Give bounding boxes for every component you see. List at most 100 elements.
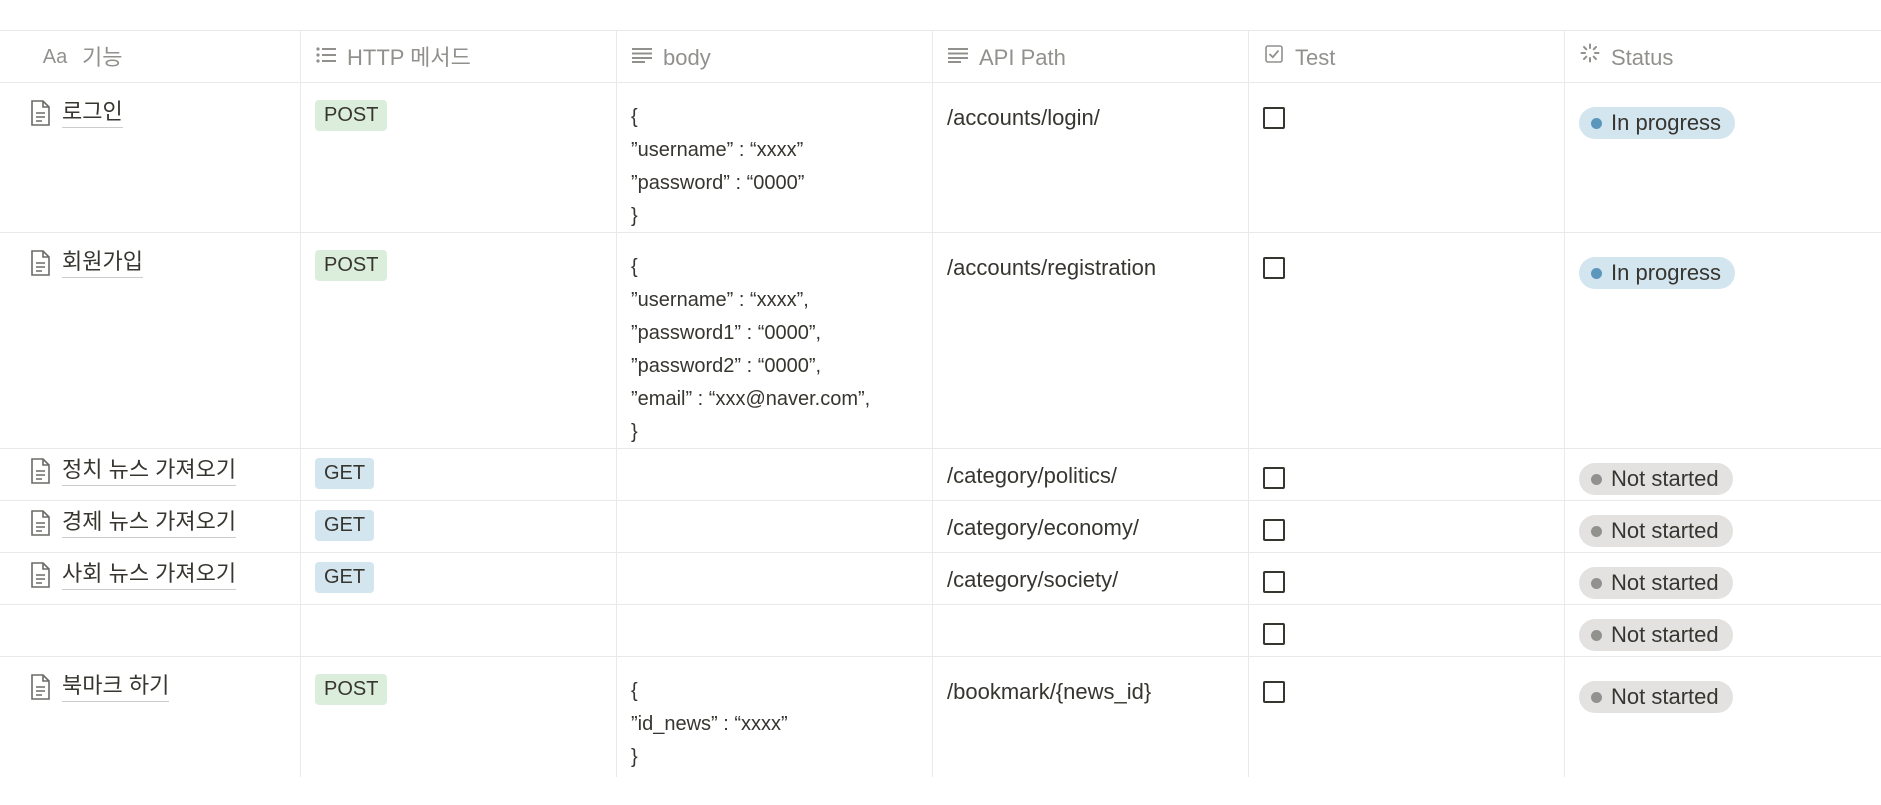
test-checkbox[interactable] [1263,467,1285,489]
status-label: In progress [1611,260,1722,285]
body-text: { ”username” : “xxxx”, ”password1” : “00… [631,256,871,443]
method-tag: GET [315,458,375,489]
body-cell[interactable] [617,449,933,500]
column-header-status[interactable]: Status [1565,31,1881,83]
table-row[interactable]: 회원가입 POST { ”username” : “xxxx”, ”passwo… [0,233,1881,449]
status-label: Not started [1611,518,1719,543]
body-cell[interactable] [617,605,933,656]
status-dot-icon [1591,525,1602,537]
test-checkbox[interactable] [1263,107,1285,129]
test-checkbox[interactable] [1263,519,1285,541]
text-lines-icon [631,41,653,74]
method-tag: POST [315,250,388,281]
column-header-body[interactable]: body [617,31,933,83]
api-path-cell[interactable] [933,605,1249,656]
test-checkbox[interactable] [1263,257,1285,279]
row-title[interactable]: 사회 뉴스 가져오기 [62,559,237,590]
method-cell[interactable]: POST [301,233,617,448]
test-cell [1249,233,1565,448]
title-cell[interactable]: 로그인 [0,83,301,232]
method-cell[interactable]: POST [301,657,617,777]
table-row[interactable]: 사회 뉴스 가져오기 GET /category/society/ Not st… [0,553,1881,605]
method-cell[interactable]: POST [301,83,617,232]
api-path-cell[interactable]: /category/economy/ [933,501,1249,552]
row-title[interactable]: 로그인 [62,97,123,128]
status-label: Not started [1611,570,1719,595]
table-row[interactable]: 정치 뉴스 가져오기 GET /category/politics/ Not s… [0,449,1881,501]
table-row[interactable]: Not started [0,605,1881,657]
test-cell [1249,449,1565,500]
body-cell[interactable]: { ”username” : “xxxx”, ”password1” : “00… [617,233,933,448]
body-cell[interactable]: { ”id_news” : “xxxx” } [617,657,933,777]
table-header: Aa 기능 HTTP 메서드 body API Path Test Status [0,30,1881,83]
test-cell [1249,553,1565,604]
status-dot-icon [1591,473,1602,485]
column-header-label: HTTP 메서드 [347,44,471,70]
page-document-icon [31,562,50,588]
title-cell[interactable]: 정치 뉴스 가져오기 [0,449,301,500]
title-cell[interactable]: 북마크 하기 [0,657,301,777]
method-cell[interactable] [301,605,617,656]
text-lines-icon [947,41,969,74]
api-path-text: /category/society/ [947,567,1119,592]
body-cell[interactable] [617,553,933,604]
status-cell[interactable]: Not started [1565,605,1881,656]
test-checkbox[interactable] [1263,623,1285,645]
body-cell[interactable]: { ”username” : “xxxx” ”password” : “0000… [617,83,933,232]
method-tag: POST [315,674,388,705]
status-badge: Not started [1579,515,1733,547]
row-title[interactable]: 회원가입 [62,247,143,278]
title-cell[interactable]: 사회 뉴스 가져오기 [0,553,301,604]
test-cell [1249,605,1565,656]
page-document-icon [31,100,50,126]
status-cell[interactable]: Not started [1565,553,1881,604]
column-header-label: Status [1611,44,1674,70]
method-cell[interactable]: GET [301,501,617,552]
column-header-label: Test [1295,44,1336,70]
table-row[interactable]: 로그인 POST { ”username” : “xxxx” ”password… [0,83,1881,233]
status-dot-icon [1591,577,1602,589]
api-path-text: /accounts/registration [947,255,1157,280]
status-dot-icon [1591,117,1602,129]
test-cell [1249,657,1565,777]
body-cell[interactable] [617,501,933,552]
table-row[interactable]: 경제 뉴스 가져오기 GET /category/economy/ Not st… [0,501,1881,553]
method-tag: GET [315,510,375,541]
table-row[interactable]: 북마크 하기 POST { ”id_news” : “xxxx” } /book… [0,657,1881,777]
status-cell[interactable]: Not started [1565,501,1881,552]
api-path-cell[interactable]: /accounts/registration [933,233,1249,448]
row-title[interactable]: 정치 뉴스 가져오기 [62,455,237,486]
status-cell[interactable]: In progress [1565,83,1881,232]
checkbox-icon [1263,41,1285,74]
title-cell[interactable]: 회원가입 [0,233,301,448]
api-path-cell[interactable]: /accounts/login/ [933,83,1249,232]
method-cell[interactable]: GET [301,553,617,604]
method-cell[interactable]: GET [301,449,617,500]
status-cell[interactable]: Not started [1565,657,1881,777]
column-header-http-method[interactable]: HTTP 메서드 [301,31,617,83]
status-cell[interactable]: In progress [1565,233,1881,448]
status-dot-icon [1591,267,1602,279]
status-label: Not started [1611,466,1719,491]
body-text: { ”id_news” : “xxxx” } [631,680,788,768]
page-document-icon [31,510,50,536]
column-header-api-path[interactable]: API Path [933,31,1249,83]
api-path-cell[interactable]: /category/politics/ [933,449,1249,500]
column-header-title[interactable]: Aa 기능 [0,31,301,83]
status-cell[interactable]: Not started [1565,449,1881,500]
api-path-cell[interactable]: /bookmark/{news_id} [933,657,1249,777]
row-title[interactable]: 경제 뉴스 가져오기 [62,507,237,538]
page-document-icon [31,674,50,700]
multiselect-list-icon [315,41,337,74]
test-checkbox[interactable] [1263,681,1285,703]
title-cell[interactable]: 경제 뉴스 가져오기 [0,501,301,552]
status-badge: In progress [1579,257,1736,289]
column-header-label: body [663,44,711,70]
title-cell[interactable] [0,605,301,656]
row-title[interactable]: 북마크 하기 [62,671,170,702]
api-path-cell[interactable]: /category/society/ [933,553,1249,604]
test-cell [1249,501,1565,552]
column-header-test[interactable]: Test [1249,31,1565,83]
test-checkbox[interactable] [1263,571,1285,593]
status-label: Not started [1611,684,1719,709]
